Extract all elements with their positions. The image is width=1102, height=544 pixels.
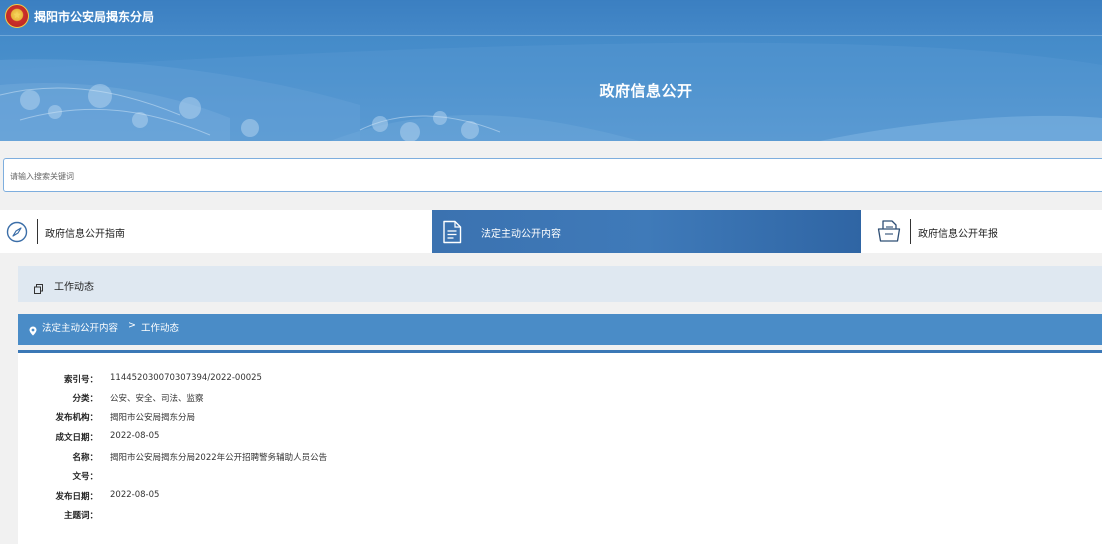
detail-card: 索引号： 11445203007030739​4/2022-00025 分类： … bbox=[18, 350, 1102, 544]
field-label: 发布机构： bbox=[55, 413, 98, 423]
breadcrumb: 法定主动公开内容 > 工作动态 bbox=[18, 314, 1102, 345]
field-value: 11445203007030739​4/2022-00025 bbox=[110, 373, 262, 383]
section-title: 工作动态 bbox=[54, 282, 94, 293]
detail-row-written-date: 成文日期： 2022-08-05 bbox=[18, 431, 1102, 449]
field-value: 揭阳市公安局揭东分局 bbox=[110, 413, 196, 423]
site-name[interactable]: 揭阳市公安局揭东分局 bbox=[34, 8, 154, 25]
detail-row-index: 索引号： 11445203007030739​4/2022-00025 bbox=[18, 373, 1102, 391]
detail-row-publish-date: 发布日期： 2022-08-05 bbox=[18, 490, 1102, 508]
nav-divider bbox=[37, 219, 38, 244]
detail-row-keywords: 主题词： bbox=[18, 509, 1102, 527]
field-label: 主题词： bbox=[63, 511, 98, 521]
nav-guide-label: 政府信息公开指南 bbox=[45, 229, 125, 240]
search-box bbox=[3, 158, 1102, 193]
field-value: 揭阳市公安局揭东分局2022年公开招聘警务辅助人员公告 bbox=[110, 453, 328, 463]
detail-row-publisher: 发布机构： 揭阳市公安局揭东分局 bbox=[18, 411, 1102, 429]
nav-annual-report-label: 政府信息公开年报 bbox=[918, 229, 998, 240]
report-files-icon bbox=[877, 219, 901, 247]
header-banner: 揭阳市公安局揭东分局 政府信息公开 bbox=[0, 0, 1102, 141]
breadcrumb-current: 工作动态 bbox=[141, 323, 180, 334]
detail-row-category: 分类： 公安、安全、司法、监察 bbox=[18, 392, 1102, 410]
nav-annual-report[interactable]: 政府信息公开年报 bbox=[863, 210, 1102, 253]
nav-divider bbox=[910, 219, 911, 244]
breadcrumb-separator: > bbox=[128, 320, 136, 331]
section-header: 工作动态 bbox=[18, 266, 1102, 302]
document-list-icon bbox=[442, 220, 462, 248]
top-bar: 揭阳市公安局揭东分局 bbox=[0, 0, 1102, 36]
nav-bar: 政府信息公开指南 法定主动公开内容 政府信息公开年报 bbox=[0, 210, 1102, 253]
field-label: 文号： bbox=[72, 472, 98, 482]
nav-mandatory-disclosure[interactable]: 法定主动公开内容 bbox=[432, 210, 861, 253]
copy-icon bbox=[34, 279, 43, 294]
breadcrumb-parent[interactable]: 法定主动公开内容 bbox=[42, 320, 118, 334]
compass-icon bbox=[6, 221, 28, 247]
location-pin-icon bbox=[29, 321, 37, 340]
national-emblem-icon bbox=[5, 4, 29, 28]
field-value: 2022-08-05 bbox=[110, 431, 160, 441]
field-label: 发布日期： bbox=[55, 492, 98, 502]
field-value: 公安、安全、司法、监察 bbox=[110, 394, 204, 404]
field-label: 名称： bbox=[72, 453, 98, 463]
field-value: 2022-08-05 bbox=[110, 490, 160, 500]
banner-title: 政府信息公开 bbox=[599, 82, 693, 100]
detail-row-name: 名称： 揭阳市公安局揭东分局2022年公开招聘警务辅助人员公告 bbox=[18, 451, 1102, 469]
nav-guide[interactable]: 政府信息公开指南 bbox=[0, 210, 430, 253]
field-label: 分类： bbox=[72, 394, 98, 404]
field-label: 成文日期： bbox=[55, 433, 98, 443]
search-input[interactable] bbox=[4, 159, 1102, 193]
detail-row-doc-number: 文号： bbox=[18, 470, 1102, 488]
nav-mandatory-label: 法定主动公开内容 bbox=[481, 229, 561, 240]
field-label: 索引号： bbox=[63, 375, 98, 385]
